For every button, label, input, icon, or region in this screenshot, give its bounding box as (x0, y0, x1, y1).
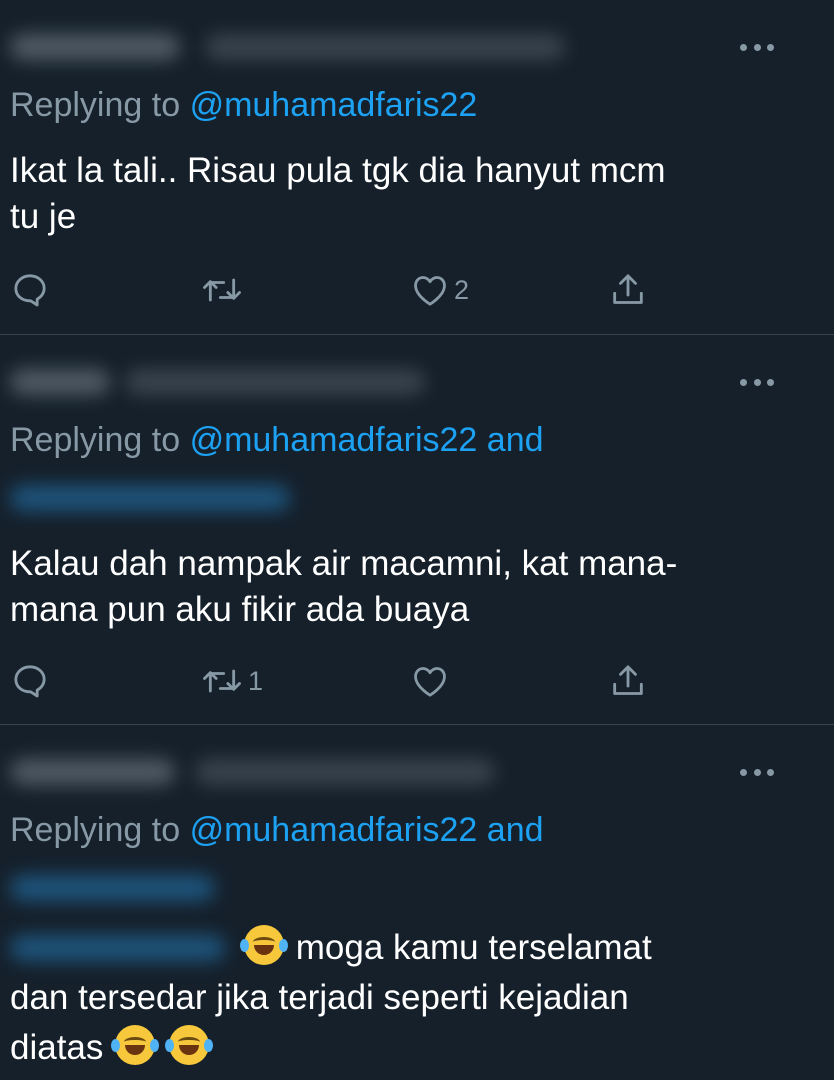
replying-to-line: Replying to @muhamadfaris22 (10, 86, 477, 125)
retweet-button[interactable]: 1 (200, 659, 263, 703)
tears-of-joy-emoji-icon (111, 1025, 160, 1065)
author-handle-blurred (195, 759, 495, 785)
reply-handle-link[interactable]: @muhamadfaris22 (190, 421, 478, 459)
share-button[interactable] (608, 268, 648, 312)
rofl-emoji-icon (240, 925, 288, 965)
additional-handle-blurred[interactable] (10, 485, 290, 511)
tweet-actions: 2 (0, 268, 834, 312)
replying-to-line: Replying to @muhamadfaris22 and (10, 811, 544, 850)
tweet-text-line: mana pun aku fikir ada buaya (10, 590, 470, 629)
like-button[interactable]: 2 (410, 268, 469, 312)
share-button[interactable] (608, 659, 648, 703)
tweet-text-line: Kalau dah nampak air macamni, kat mana- (10, 544, 678, 583)
author-handle-blurred (125, 369, 425, 395)
tweet-text-line: tu je (10, 197, 77, 236)
tweet-text-line: Ikat la tali.. Risau pula tgk dia hanyut… (10, 151, 666, 190)
tweet-text-line: dan tersedar jika terjadi seperti kejadi… (10, 978, 629, 1017)
retweet-icon (203, 669, 241, 693)
more-options-icon[interactable] (740, 377, 774, 387)
tweet-text-line: moga kamu terselamat (10, 925, 800, 971)
reply-icon (14, 274, 46, 307)
author-name-blurred (10, 759, 175, 785)
tweet-2[interactable]: Replying to @muhamadfaris22 and Kalau da… (0, 335, 834, 724)
reply-button[interactable] (10, 268, 50, 312)
tweet-text-segment: diatas (10, 1028, 104, 1067)
tweet-text: moga kamu terselamat dan tersedar jika t… (10, 925, 800, 1071)
replying-to-line: Replying to @muhamadfaris22 and (10, 421, 544, 460)
tweet-1[interactable]: Replying to @muhamadfaris22 Ikat la tali… (0, 0, 834, 334)
tweet-text: Ikat la tali.. Risau pula tgk dia hanyut… (10, 148, 800, 240)
tears-of-joy-emoji-icon (164, 1025, 213, 1065)
tweet-3[interactable]: Replying to @muhamadfaris22 and moga kam… (0, 725, 834, 1080)
share-icon (613, 274, 643, 304)
reply-and-others-link[interactable]: and (487, 421, 544, 459)
tweet-text-line: diatas (10, 1025, 800, 1071)
tweet-text: Kalau dah nampak air macamni, kat mana- … (10, 541, 800, 633)
reply-button[interactable] (10, 659, 50, 703)
retweet-icon (203, 278, 241, 302)
author-name-blurred (10, 34, 180, 60)
additional-handle-blurred[interactable] (10, 875, 215, 901)
replying-to-label: Replying to (10, 86, 181, 124)
retweet-count: 1 (248, 665, 264, 696)
reply-handle-link[interactable]: @muhamadfaris22 (190, 811, 478, 849)
like-count: 2 (454, 274, 470, 305)
author-name-blurred (10, 369, 110, 395)
tweet-text-segment: moga kamu terselamat (295, 928, 652, 967)
share-icon (613, 665, 643, 695)
like-button[interactable] (410, 659, 454, 703)
replying-to-label: Replying to (10, 811, 181, 849)
more-options-icon[interactable] (740, 767, 774, 777)
replying-to-label: Replying to (10, 421, 181, 459)
reply-handle-link[interactable]: @muhamadfaris22 (190, 86, 478, 124)
author-handle-blurred (205, 34, 565, 60)
reply-and-others-link[interactable]: and (487, 811, 544, 849)
reply-icon (14, 665, 46, 698)
tweet-actions: 1 (0, 659, 834, 703)
heart-icon (414, 276, 446, 306)
heart-icon (414, 667, 446, 697)
retweet-button[interactable] (200, 268, 248, 312)
more-options-icon[interactable] (740, 42, 774, 52)
